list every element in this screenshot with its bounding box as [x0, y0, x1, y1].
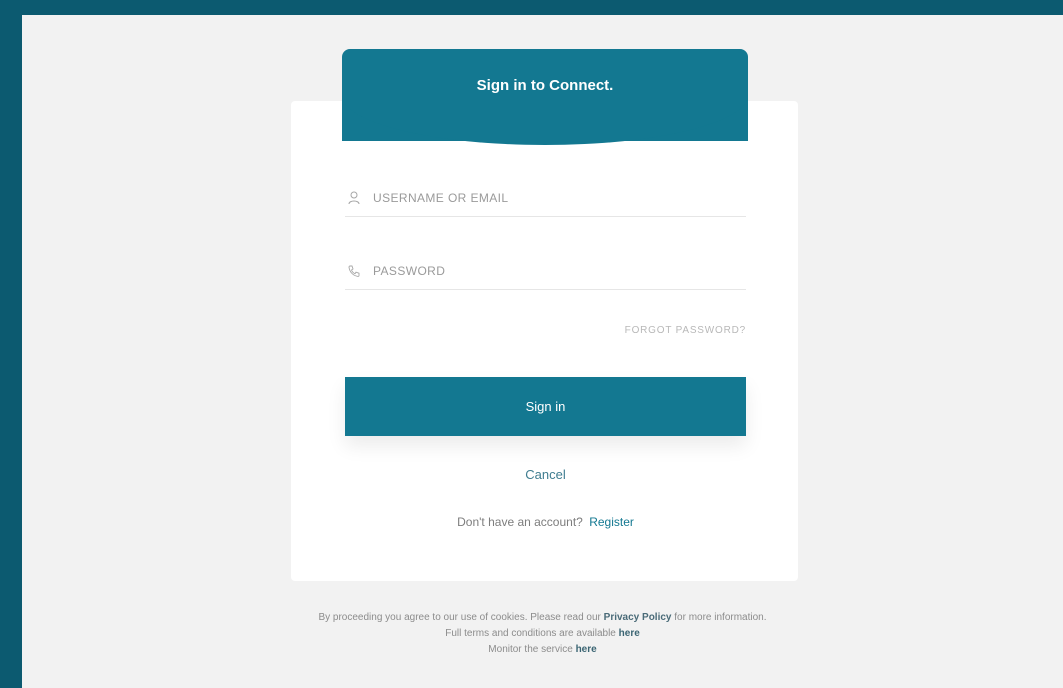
page-canvas: Sign in to Connect. FORGOT PASSWORD? Sig…: [22, 15, 1063, 688]
footer-line-monitor: Monitor the service here: [22, 642, 1063, 658]
cookies-suffix: for more information.: [674, 612, 767, 623]
password-field[interactable]: [345, 253, 746, 290]
terms-text: Full terms and conditions are available: [445, 628, 616, 639]
username-input[interactable]: [371, 190, 705, 206]
cancel-link[interactable]: Cancel: [345, 467, 746, 482]
login-card: [291, 101, 798, 581]
cookies-text: By proceeding you agree to our use of co…: [318, 612, 601, 623]
password-input[interactable]: [371, 263, 705, 279]
forgot-password-link[interactable]: FORGOT PASSWORD?: [625, 325, 746, 336]
monitor-text: Monitor the service: [488, 644, 573, 655]
username-field[interactable]: [345, 180, 746, 217]
user-icon: [345, 189, 363, 207]
footer-line-terms: Full terms and conditions are available …: [22, 626, 1063, 642]
privacy-policy-link[interactable]: Privacy Policy: [604, 612, 672, 623]
register-link[interactable]: Register: [589, 515, 634, 529]
phone-icon: [345, 262, 363, 280]
footer-legal: By proceeding you agree to our use of co…: [22, 610, 1063, 658]
monitor-link[interactable]: here: [576, 644, 597, 655]
register-prompt: Don't have an account? Register: [345, 515, 746, 529]
terms-link[interactable]: here: [619, 628, 640, 639]
register-question: Don't have an account?: [457, 515, 583, 529]
sign-in-button[interactable]: Sign in: [345, 377, 746, 436]
footer-line-cookies: By proceeding you agree to our use of co…: [22, 610, 1063, 626]
card-title: Sign in to Connect.: [476, 77, 614, 94]
